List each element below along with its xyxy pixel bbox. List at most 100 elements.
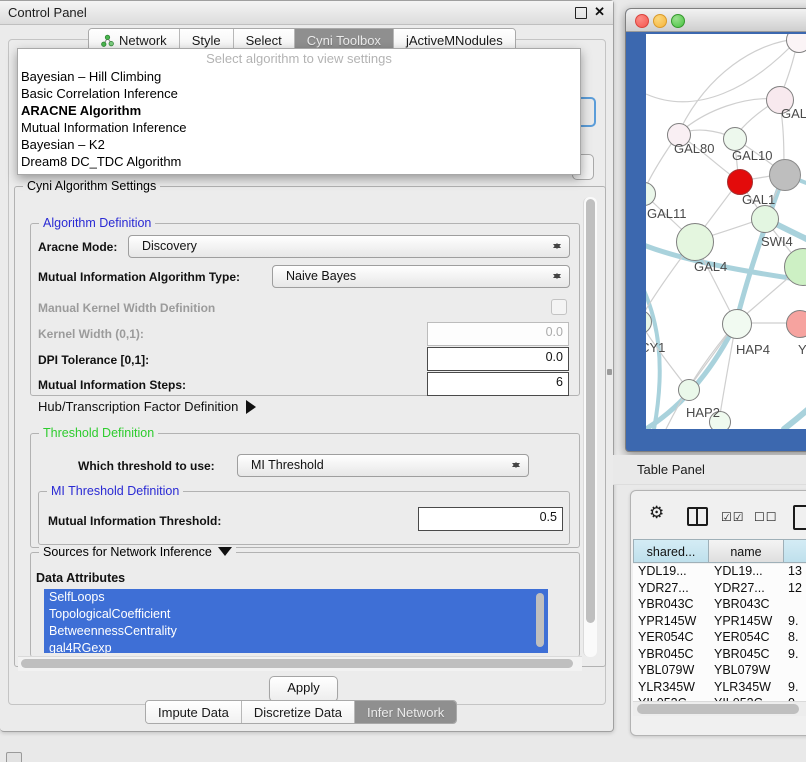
popup-item-mutual-information[interactable]: Mutual Information Inference <box>18 119 580 136</box>
node-hap2[interactable] <box>678 379 700 401</box>
popup-item-dream8[interactable]: Dream8 DC_TDC Algorithm <box>18 153 580 170</box>
table-row[interactable]: YBR043CYBR043C <box>633 597 806 614</box>
network-canvas[interactable]: GAL GAL80 GAL10 GAL1 GAL11 SWI4 GAL4 GCY… <box>646 34 806 429</box>
column-header-name[interactable]: name <box>709 539 784 563</box>
popup-item-bayesian-k2[interactable]: Bayesian – K2 <box>18 136 580 153</box>
tab-select-label: Select <box>246 33 282 48</box>
cell-name: YER054C <box>709 630 784 647</box>
node-label-gal4: GAL4 <box>694 259 727 274</box>
hub-definition-toggle[interactable]: Hub/Transcription Factor Definition <box>38 399 263 414</box>
cell-value: 13 <box>784 564 806 581</box>
control-panel-title: Control Panel <box>8 5 87 20</box>
cell-name: YDL19... <box>709 564 784 581</box>
kernel-width-input[interactable]: 0.0 <box>427 322 569 346</box>
dpi-tolerance-label: DPI Tolerance [0,1]: <box>38 353 149 367</box>
data-attributes-label: Data Attributes <box>36 571 125 585</box>
manual-kernel-checkbox[interactable] <box>551 299 567 315</box>
node-salmon[interactable] <box>786 310 806 338</box>
table-panel-header: Table Panel <box>613 455 806 485</box>
table-horizontal-scrollbar-track[interactable] <box>633 701 806 716</box>
data-attributes-list: SelfLoops TopologicalCoefficient Between… <box>44 589 548 653</box>
column-header-shared[interactable]: shared... <box>633 539 709 563</box>
which-threshold-combo[interactable]: MI Threshold <box>237 454 529 477</box>
node-label-gal10: GAL10 <box>732 148 772 163</box>
tab-cyni-toolbox-label: Cyni Toolbox <box>307 33 381 48</box>
aracne-mode-value: Discovery <box>142 239 197 253</box>
cell-shared: YBR045C <box>633 647 709 664</box>
popup-item-aracne[interactable]: ARACNE Algorithm <box>18 102 580 119</box>
mi-threshold-input[interactable]: 0.5 <box>418 507 563 531</box>
tab-discretize-data[interactable]: Discretize Data <box>242 701 355 723</box>
collapsed-panel-icon[interactable] <box>6 752 22 762</box>
tab-style-label: Style <box>192 33 221 48</box>
table-row[interactable]: YDL19...YDL19...13 <box>633 564 806 581</box>
settings-vertical-scrollbar-thumb[interactable] <box>586 199 595 623</box>
settings-horizontal-scrollbar-thumb[interactable] <box>21 659 573 668</box>
aracne-mode-combo[interactable]: Discovery <box>128 235 570 258</box>
sources-group-title[interactable]: Sources for Network Inference <box>39 545 236 563</box>
cyni-bottom-tabbar: Impute Data Discretize Data Infer Networ… <box>145 700 457 724</box>
table-row[interactable]: YDR27...YDR27...12 <box>633 581 806 598</box>
cell-value: 9. <box>784 614 806 631</box>
gear-icon[interactable]: ⚙ <box>649 503 664 523</box>
cell-name: YBR043C <box>709 597 784 614</box>
node-label-gal80: GAL80 <box>674 141 714 156</box>
list-item-betweennesscentrality[interactable]: BetweennessCentrality <box>44 623 548 640</box>
cell-value <box>784 663 806 680</box>
network-window-titlebar[interactable] <box>626 9 806 32</box>
mi-steps-input[interactable]: 6 <box>427 372 569 396</box>
split-columns-icon[interactable] <box>687 507 708 526</box>
close-icon[interactable]: ✕ <box>594 4 605 20</box>
window-minimize-icon[interactable] <box>653 14 667 28</box>
popup-item-basic-correlation[interactable]: Basic Correlation Inference <box>18 85 580 102</box>
tab-impute-data[interactable]: Impute Data <box>146 701 242 723</box>
tab-network-label: Network <box>119 33 167 48</box>
table-row[interactable]: YLR345WYLR345W9. <box>633 680 806 697</box>
node-hap4[interactable] <box>722 309 752 339</box>
manual-kernel-label: Manual Kernel Width Definition <box>38 301 215 315</box>
column-header-partial[interactable] <box>784 539 806 563</box>
list-item-topologicalcoefficient[interactable]: TopologicalCoefficient <box>44 606 548 623</box>
settings-horizontal-scrollbar-track[interactable] <box>18 656 582 671</box>
panel-splitter-handle[interactable] <box>607 369 612 375</box>
window-close-icon[interactable] <box>635 14 649 28</box>
cell-value: 9. <box>784 647 806 664</box>
list-item-gal4rgexp[interactable]: gal4RGexp <box>44 640 548 653</box>
cell-name: YDR27... <box>709 581 784 598</box>
table-row[interactable]: YBL079WYBL079W <box>633 663 806 680</box>
algorithm-dropdown-popup: Select algorithm to view settings Bayesi… <box>17 48 581 175</box>
mi-type-label: Mutual Information Algorithm Type: <box>38 270 240 284</box>
table-horizontal-scrollbar-thumb[interactable] <box>637 704 799 714</box>
mi-type-value: Naive Bayes <box>286 269 356 283</box>
new-table-icon[interactable] <box>793 505 806 530</box>
aracne-mode-label: Aracne Mode: <box>38 240 117 254</box>
node-label-gal-partial: GAL <box>781 106 806 121</box>
cell-shared: YDR27... <box>633 581 709 598</box>
node-gray[interactable] <box>769 159 801 191</box>
window-zoom-icon[interactable] <box>671 14 685 28</box>
control-panel-titlebar[interactable]: Control Panel ✕ <box>0 1 613 25</box>
float-window-icon[interactable] <box>575 7 587 19</box>
node-gal1-green[interactable] <box>751 205 779 233</box>
table-row[interactable]: YER054CYER054C8. <box>633 630 806 647</box>
table-row[interactable]: YPR145WYPR145W9. <box>633 614 806 631</box>
list-item-selfloops[interactable]: SelfLoops <box>44 589 548 606</box>
tab-infer-network[interactable]: Infer Network <box>355 701 456 723</box>
cell-value: 12 <box>784 581 806 598</box>
cell-name: YPR145W <box>709 614 784 631</box>
mi-type-combo[interactable]: Naive Bayes <box>272 265 570 288</box>
dpi-tolerance-input[interactable]: 0.0 <box>427 347 569 371</box>
select-all-checkboxes-icon[interactable]: ☑☑ <box>721 510 745 524</box>
table-panel-title: Table Panel <box>637 462 705 477</box>
network-view-window: GAL GAL80 GAL10 GAL1 GAL11 SWI4 GAL4 GCY… <box>625 8 806 452</box>
combo-stepper-icon <box>511 458 520 472</box>
node-label-swi4: SWI4 <box>761 234 793 249</box>
table-row[interactable]: YBR045CYBR045C9. <box>633 647 806 664</box>
settings-vertical-scrollbar-track[interactable] <box>583 197 597 657</box>
deselect-checkboxes-icon[interactable]: ☐☐ <box>754 510 778 524</box>
attributes-list-scrollbar[interactable] <box>536 593 544 647</box>
tab-discretize-data-label: Discretize Data <box>254 705 342 720</box>
apply-button[interactable]: Apply <box>269 676 338 702</box>
node-gal4[interactable] <box>676 223 714 261</box>
popup-item-bayesian-hill-climbing[interactable]: Bayesian – Hill Climbing <box>18 68 580 85</box>
